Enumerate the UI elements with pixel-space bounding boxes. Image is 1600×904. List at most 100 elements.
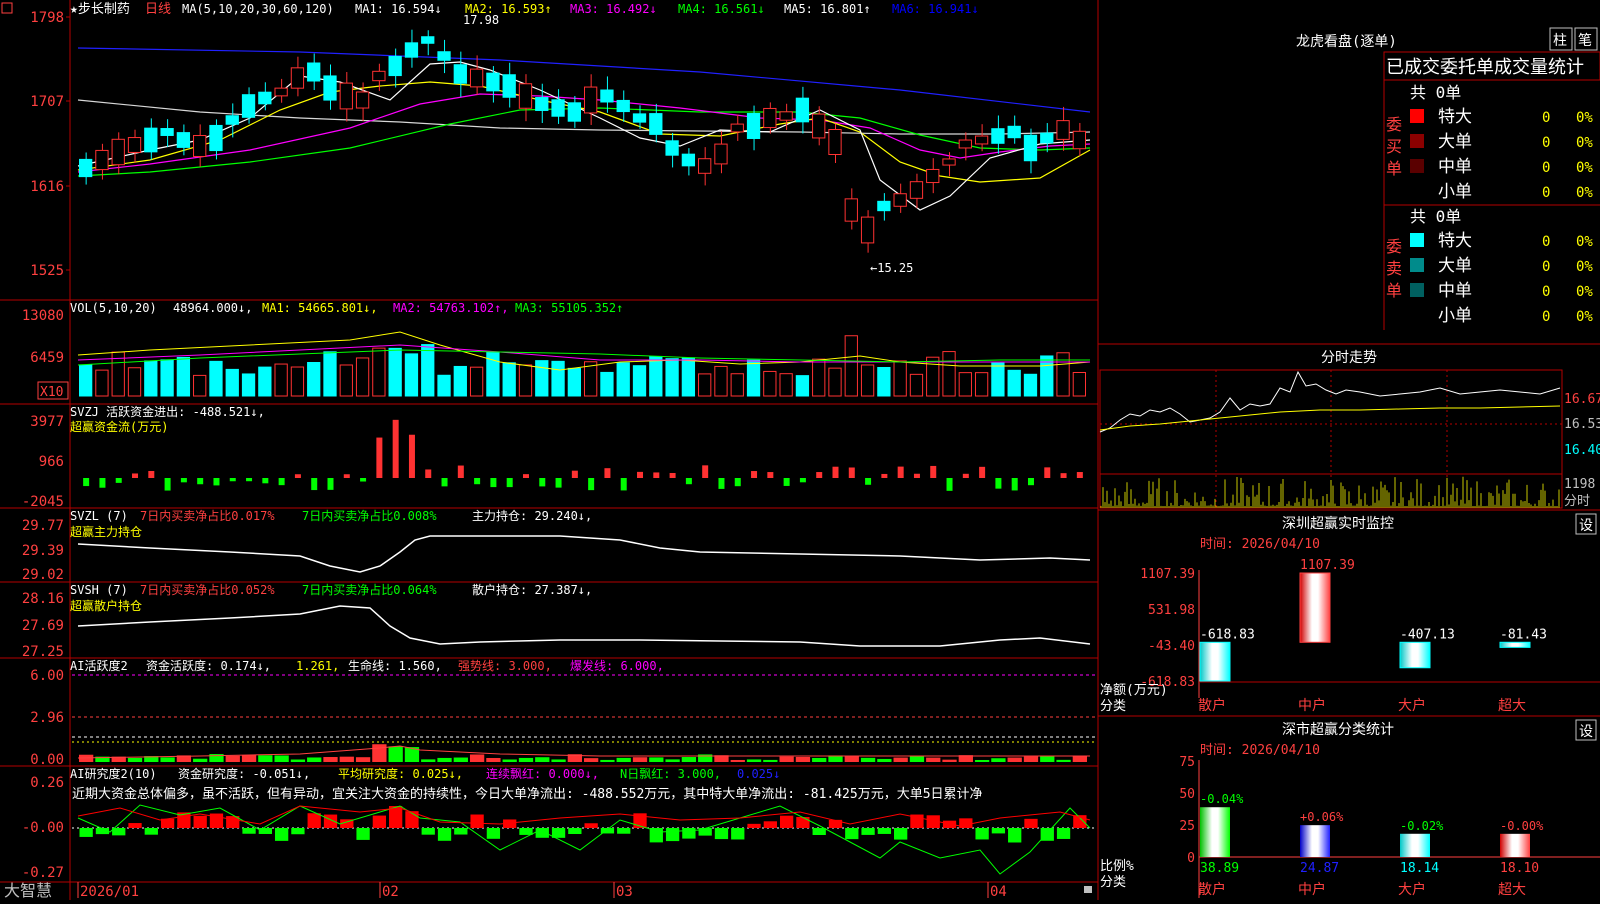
candle-down [323, 75, 337, 101]
activity-bar [616, 757, 631, 762]
candle-down [991, 128, 1005, 144]
money-flow-bar [702, 465, 709, 478]
avg-price-line [1099, 405, 1561, 431]
candle-down [160, 128, 174, 136]
volume-bars [79, 335, 1087, 397]
money-flow-bar [897, 466, 904, 478]
order-pct: 0% [1576, 259, 1593, 275]
money-flow-bar [262, 478, 269, 484]
activity-bar [339, 756, 354, 762]
buy-rows: 特大 0 0% 大单 0 0% 中单 0 0% 小单 0 0% [1410, 107, 1593, 202]
date-tick: 03 [616, 884, 633, 900]
period-label[interactable]: 日线 [145, 2, 171, 17]
money-flow-bar [522, 474, 529, 478]
volume-panel: VOL(5,10,20) 48964.000↓, MA1: 54665.801↓… [22, 301, 1091, 400]
order-size-name: 特大 [1438, 231, 1472, 251]
intraday-y-tick: 16.40 [1564, 443, 1600, 458]
research-bar [470, 814, 484, 828]
volume-bar [193, 374, 207, 397]
candle-down [486, 72, 500, 92]
activity-bar [600, 759, 615, 762]
activity-bar [926, 757, 941, 762]
svzj-subtitle: 超赢资金流(万元) [70, 419, 168, 434]
money-flow-bar [734, 478, 741, 487]
candlesticks[interactable] [79, 29, 1087, 253]
ai2-n-day-red: N日飘红: 3.000, [620, 766, 721, 781]
svsh-y-tick: 27.69 [22, 618, 64, 634]
category-label: 超大 [1498, 882, 1526, 898]
order-size-swatch [1410, 184, 1424, 198]
volume-bar [763, 370, 777, 397]
candle-up [111, 138, 125, 166]
ai2-y-tick: -0.27 [22, 865, 64, 881]
order-size-swatch [1410, 233, 1424, 247]
app-logo[interactable]: 大智慧 [4, 881, 52, 900]
sz-class-panel: 深市超赢分类统计 设 时间: 2026/04/10 75 50 25 0 比例%… [1100, 719, 1600, 898]
money-flow-bar [783, 478, 790, 486]
ma1-value: MA1: 16.594↓ [355, 2, 442, 16]
candle-down [307, 62, 321, 82]
volume-bar [79, 364, 93, 397]
volume-bar [404, 353, 419, 397]
category-label: 中户 [1298, 697, 1326, 714]
svzl-ratio-2: 7日内买卖净占比0.008% [302, 508, 437, 523]
sz-monitor-xlabel: 分类 [1100, 699, 1126, 714]
volume-bar [469, 366, 484, 397]
candle-down [79, 158, 93, 178]
money-flow-bar [669, 472, 676, 478]
svzl-y-tick: 29.39 [22, 543, 64, 559]
ratio-delta-label: -0.02% [1400, 819, 1444, 833]
order-count: 0 [1542, 160, 1550, 176]
volume-bar [714, 365, 728, 397]
lock-icon[interactable] [1084, 886, 1092, 893]
volume-bar [290, 366, 305, 397]
candle-up [193, 135, 207, 157]
candle-down [421, 36, 435, 44]
volume-bar [127, 367, 142, 397]
activity-bar [486, 757, 501, 762]
money-flow-bar [425, 469, 432, 478]
ai1-strong-line: 强势线: 3.000, [458, 659, 552, 673]
svzl-position: 主力持仓: 29.240↓, [472, 508, 592, 523]
ai1-y-tick: 0.00 [30, 752, 64, 768]
order-count: 0 [1542, 259, 1550, 275]
volume-bar [958, 372, 972, 397]
money-flow-bar [1044, 467, 1051, 478]
candle-up [274, 87, 288, 97]
sz-monitor-bars: -618.83 散户 1107.39 中户 -407.13 大户 -81.43 超大 [1198, 558, 1547, 714]
ai2-blue-value: 0.025↓ [737, 767, 780, 781]
net-amount-label: 1107.39 [1300, 558, 1355, 573]
activity-bar [1056, 759, 1071, 762]
volume-bar [746, 359, 761, 397]
volume-bar [812, 358, 826, 397]
candle-down [551, 99, 565, 117]
intraday-title[interactable]: 分时走势 [1321, 350, 1377, 366]
svzj-y-tick: -2045 [22, 494, 64, 510]
order-count: 0 [1542, 234, 1550, 250]
net-amount-bar [1499, 641, 1531, 648]
research-bar [291, 828, 305, 835]
money-flow-bar [83, 478, 90, 487]
svzl-y-tick: 29.77 [22, 518, 64, 534]
research-bar [959, 818, 973, 828]
high-price-label: 17.98 [463, 13, 499, 27]
candle-up [1072, 130, 1087, 150]
vol-y-tick: 6459 [30, 350, 64, 366]
volume-bar [698, 373, 712, 397]
svzj-header: SVZJ 活跃资金进出: -488.521↓, [70, 404, 265, 419]
research-bar [144, 828, 158, 835]
stock-name[interactable]: ★步长制药 [70, 2, 130, 17]
research-bar [812, 828, 826, 835]
ratio-bar [1300, 825, 1330, 857]
activity-bar [1072, 755, 1087, 762]
activity-bar [860, 757, 876, 762]
ratio-delta-label: +0.06% [1300, 810, 1344, 824]
money-flow-bar [816, 472, 823, 478]
ma3-value: MA3: 16.492↓ [570, 2, 657, 16]
order-pct: 0% [1576, 160, 1593, 176]
research-bar [649, 828, 663, 843]
activity-bar [1023, 756, 1039, 762]
ratio-delta-label: -0.04% [1200, 792, 1244, 806]
menu-icon[interactable] [1, 2, 13, 14]
research-bar [437, 828, 452, 841]
